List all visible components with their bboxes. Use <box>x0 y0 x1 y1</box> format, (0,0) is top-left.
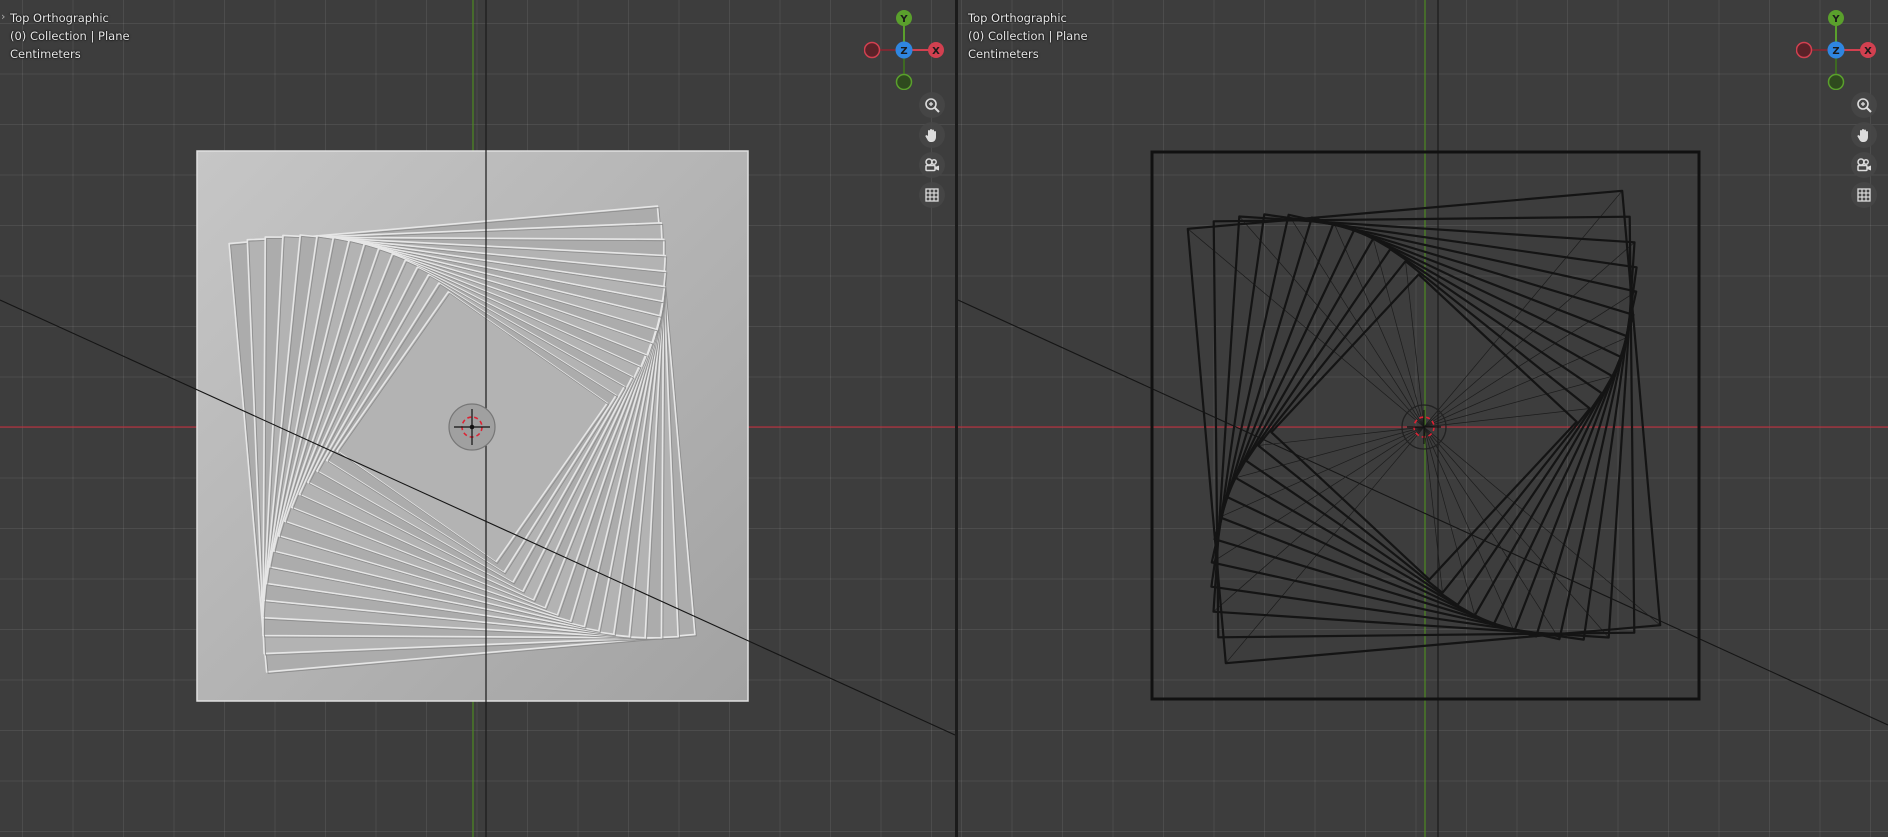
wire-spoke <box>1211 426 1425 563</box>
region-toggle-icon[interactable]: › <box>1 10 5 23</box>
neg-x-axis-icon <box>1795 41 1813 59</box>
region-toggle-icon[interactable]: ‹› <box>958 10 959 23</box>
svg-text:X: X <box>932 46 940 57</box>
pan-hand-icon[interactable] <box>1851 122 1877 148</box>
pan-hand-icon[interactable] <box>919 122 945 148</box>
svg-text:X: X <box>1864 46 1872 57</box>
wire-spoke <box>1423 291 1637 428</box>
units-label: Centimeters <box>968 47 1039 61</box>
svg-text:Z: Z <box>900 46 907 57</box>
camera-icon[interactable] <box>1851 152 1877 178</box>
3d-cursor[interactable] <box>1401 404 1447 450</box>
zoom-icon[interactable] <box>919 92 945 118</box>
svg-text:Y: Y <box>899 14 908 25</box>
wire-spoke <box>1423 426 1661 626</box>
left-scene <box>0 0 955 837</box>
neg-x-axis-icon <box>863 41 881 59</box>
right-scene <box>958 0 1888 837</box>
wire-spoke <box>1225 426 1425 664</box>
wire-spoke <box>1423 426 1560 640</box>
viewport-info: Top Orthographic (0) Collection | Plane … <box>10 9 130 63</box>
wire-spoke <box>1288 214 1425 428</box>
view-name: Top Orthographic <box>968 11 1067 25</box>
navigation-gizmo[interactable]: Y X Z <box>1795 8 1876 91</box>
camera-icon[interactable] <box>919 152 945 178</box>
zoom-icon[interactable] <box>1851 92 1877 118</box>
collection-info: (0) Collection | Plane <box>968 29 1088 43</box>
viewport-info: Top Orthographic (0) Collection | Plane … <box>968 9 1088 63</box>
svg-text:Y: Y <box>1831 14 1840 25</box>
units-label: Centimeters <box>10 47 81 61</box>
navigation-buttons <box>1851 92 1879 212</box>
right-viewport[interactable]: Top Orthographic (0) Collection | Plane … <box>958 0 1888 837</box>
grid-toggle-icon[interactable] <box>1851 182 1877 208</box>
left-viewport[interactable]: Top Orthographic (0) Collection | Plane … <box>0 0 955 837</box>
wire-spoke <box>1187 228 1425 428</box>
svg-text:Z: Z <box>1832 46 1839 57</box>
grid-toggle-icon[interactable] <box>919 182 945 208</box>
collection-info: (0) Collection | Plane <box>10 29 130 43</box>
wire-spoke <box>1423 190 1623 428</box>
navigation-buttons <box>919 92 947 212</box>
neg-y-axis-icon <box>895 73 913 91</box>
view-name: Top Orthographic <box>10 11 109 25</box>
3d-cursor[interactable] <box>448 403 496 451</box>
neg-y-axis-icon <box>1827 73 1845 91</box>
navigation-gizmo[interactable]: Y X Z <box>863 8 944 91</box>
camera-line-diagonal <box>958 299 1888 726</box>
